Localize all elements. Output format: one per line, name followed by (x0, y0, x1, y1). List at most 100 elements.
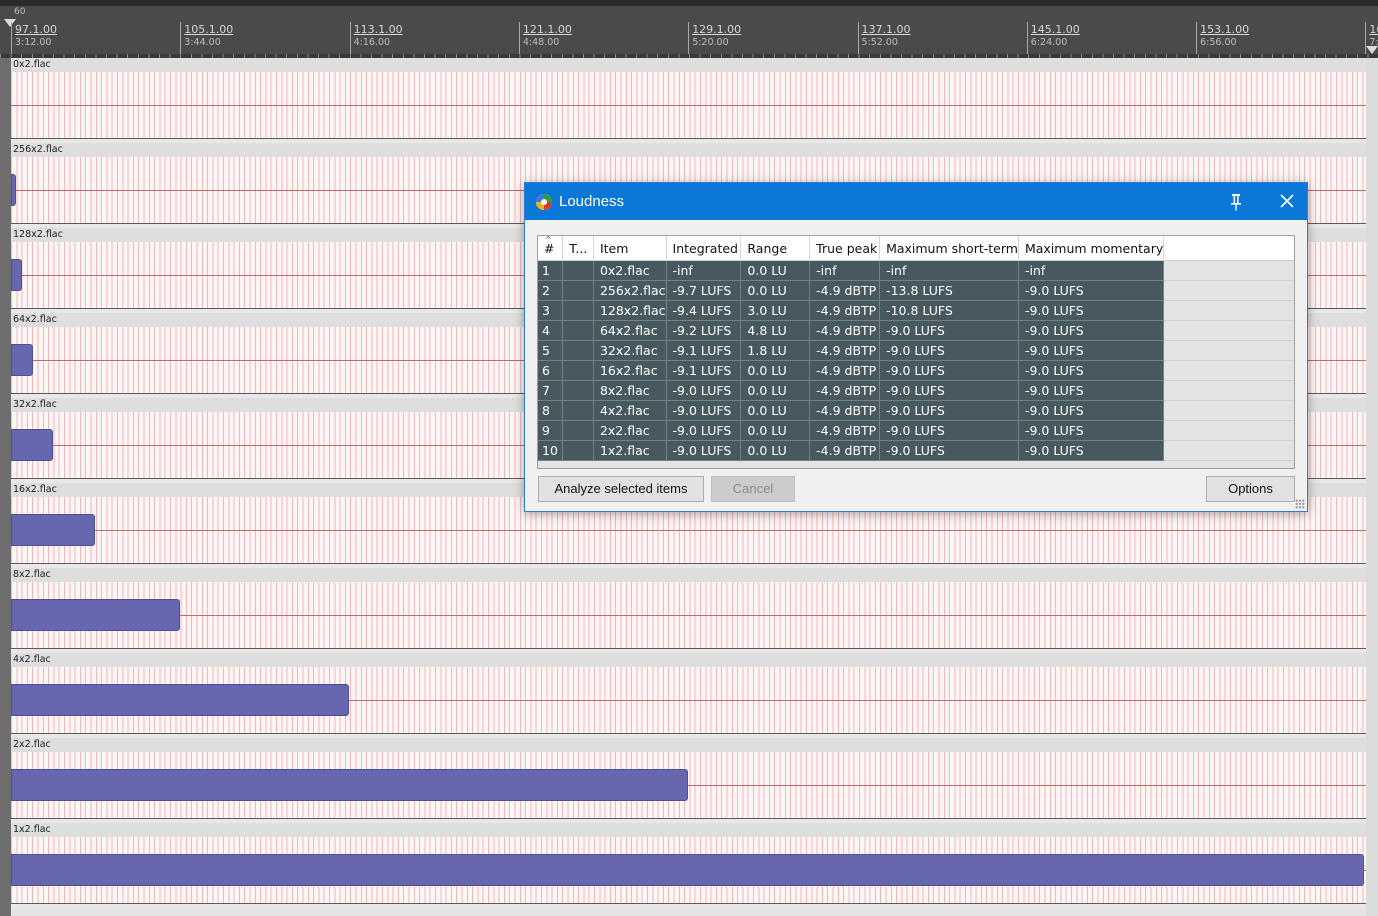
item-name-label: 16x2.flac (13, 484, 57, 495)
table-cell: 8 (538, 400, 564, 421)
table-row[interactable]: 7 8x2.flac -9.0 LUFS 0.0 LU -4.9 dBTP -9.0 LU… (538, 380, 1294, 401)
item-name-label: 8x2.flac (13, 569, 51, 580)
row-filler (1163, 400, 1294, 421)
table-cell: 1 (538, 260, 564, 281)
column-header[interactable]: Range (740, 236, 811, 261)
media-item[interactable] (11, 667, 1366, 734)
table-cell: 1x2.flac (593, 440, 667, 461)
table-cell: -10.8 LUFS (879, 300, 1019, 321)
column-header[interactable]: Maximum momentary (1018, 236, 1165, 261)
table-cell: -9.0 LUFS (879, 420, 1019, 441)
table-cell: -9.0 LUFS (879, 360, 1019, 381)
loudness-results-table[interactable]: # ^ T... Item Integrated Range True peak Maximu… (537, 235, 1295, 469)
table-cell: 64x2.flac (593, 320, 667, 341)
table-cell (562, 320, 594, 341)
waveform-block (11, 429, 53, 461)
media-item[interactable] (11, 752, 1366, 819)
table-cell: 4 (538, 320, 564, 341)
table-cell: -9.4 LUFS (666, 300, 742, 321)
item-name-label: 2x2.flac (13, 739, 51, 750)
table-cell: -4.9 dBTP (809, 440, 881, 461)
track-lane[interactable]: 0x2.flac (11, 58, 1366, 143)
options-button[interactable]: Options (1206, 476, 1295, 502)
waveform-centerline (11, 105, 1366, 106)
row-filler (1163, 340, 1294, 361)
loop-end-marker-icon[interactable] (1366, 46, 1378, 54)
table-cell: 7 (538, 380, 564, 401)
table-row[interactable]: 3 128x2.flac -9.4 LUFS 3.0 LU -4.9 dBTP -10.8… (538, 300, 1294, 321)
pin-icon[interactable] (1225, 191, 1247, 213)
table-cell: 0.0 LU (740, 380, 811, 401)
column-header[interactable]: T... (562, 236, 594, 261)
table-row[interactable]: 8 4x2.flac -9.0 LUFS 0.0 LU -4.9 dBTP -9.0 LU… (538, 400, 1294, 421)
ruler-tick: 97.1.00 3:12.00 (11, 22, 172, 54)
table-cell: 0.0 LU (740, 280, 811, 301)
column-header[interactable]: True peak (809, 236, 881, 261)
media-item[interactable] (11, 582, 1366, 649)
table-row[interactable]: 5 32x2.flac -9.1 LUFS 1.8 LU -4.9 dBTP -9.0 L… (538, 340, 1294, 361)
ruler-time-label: 6:56.00 (1200, 37, 1237, 48)
column-header[interactable]: Integrated (666, 236, 742, 261)
dialog-titlebar[interactable]: Loudness (525, 183, 1307, 220)
column-header-label: Item (599, 240, 629, 256)
analyze-selected-items-button[interactable]: Analyze selected items (538, 476, 704, 502)
item-name-bar[interactable]: 2x2.flac (11, 738, 1366, 752)
table-row[interactable]: 2 256x2.flac -9.7 LUFS 0.0 LU -4.9 dBTP -13.8… (538, 280, 1294, 301)
media-item[interactable] (11, 72, 1366, 139)
table-cell: -9.0 LUFS (1018, 360, 1165, 381)
item-name-label: 64x2.flac (13, 314, 57, 325)
table-row[interactable]: 1 0x2.flac -inf 0.0 LU -inf -inf -inf (538, 260, 1294, 281)
close-icon[interactable] (1275, 189, 1299, 213)
ruler-tick: 121.1.00 4:48.00 (518, 22, 680, 54)
ruler-tick: 113.1.00 4:16.00 (349, 22, 511, 54)
item-name-bar[interactable]: 4x2.flac (11, 653, 1366, 667)
table-cell (562, 440, 594, 461)
table-cell (562, 400, 594, 421)
table-cell (562, 280, 594, 301)
table-cell: -9.0 LUFS (879, 380, 1019, 401)
table-cell: -inf (879, 260, 1019, 281)
ruler-measure-label: 105.1.00 (184, 23, 234, 36)
track-lane[interactable]: 8x2.flac (11, 568, 1366, 653)
row-filler (1163, 360, 1294, 381)
item-name-bar[interactable]: 0x2.flac (11, 58, 1366, 72)
table-cell: -4.9 dBTP (809, 300, 881, 321)
table-cell: -9.0 LUFS (1018, 340, 1165, 361)
item-name-label: 32x2.flac (13, 399, 57, 410)
item-name-bar[interactable]: 256x2.flac (11, 143, 1366, 157)
item-name-label: 0x2.flac (13, 59, 51, 70)
column-header[interactable]: Maximum short-term (879, 236, 1019, 261)
track-lane[interactable]: 2x2.flac (11, 738, 1366, 823)
table-cell: 256x2.flac (593, 280, 667, 301)
table-cell: 0.0 LU (740, 360, 811, 381)
arrange-scrollbar[interactable] (1366, 58, 1378, 916)
track-panel-edge (0, 58, 11, 916)
timeline-ruler[interactable]: 60 97.1.00 3:12.00 105.1.00 3:44.00 113.1.00… (0, 6, 1378, 54)
table-cell: -9.0 LUFS (1018, 300, 1165, 321)
table-row[interactable]: 4 64x2.flac -9.2 LUFS 4.8 LU -4.9 dBTP -9.0 L… (538, 320, 1294, 341)
media-item[interactable] (11, 837, 1366, 904)
table-row[interactable]: 9 2x2.flac -9.0 LUFS 0.0 LU -4.9 dBTP -9.0 LU… (538, 420, 1294, 441)
table-cell: -9.2 LUFS (666, 320, 742, 341)
column-header[interactable]: # ^ (538, 236, 564, 261)
ruler-measure-label: 161.1.00 (1369, 23, 1378, 36)
track-lane[interactable]: 4x2.flac (11, 653, 1366, 738)
track-lane[interactable]: 1x2.flac (11, 823, 1366, 908)
resize-grip[interactable] (1295, 499, 1305, 509)
table-cell: -9.0 LUFS (1018, 440, 1165, 461)
table-row[interactable]: 10 1x2.flac -9.0 LUFS 0.0 LU -4.9 dBTP -9.0 L… (538, 440, 1294, 461)
item-name-bar[interactable]: 1x2.flac (11, 823, 1366, 837)
column-header[interactable]: Item (593, 236, 667, 261)
ruler-time-label: 3:44.00 (184, 37, 221, 48)
dialog-title: Loudness (559, 193, 625, 210)
table-cell: -9.0 LUFS (1018, 380, 1165, 401)
table-cell: -9.0 LUFS (666, 380, 742, 401)
reaper-logo-icon (536, 194, 552, 210)
table-cell (562, 420, 594, 441)
cancel-button[interactable]: Cancel (711, 476, 795, 502)
ruler-time-label: 3:12.00 (15, 37, 52, 48)
item-name-bar[interactable]: 8x2.flac (11, 568, 1366, 582)
loudness-dialog: Loudness # ^ T... Item Integrated Range True p… (524, 182, 1308, 512)
table-row[interactable]: 6 16x2.flac -9.1 LUFS 0.0 LU -4.9 dBTP -9.0 L… (538, 360, 1294, 381)
table-cell: -9.0 LUFS (666, 420, 742, 441)
